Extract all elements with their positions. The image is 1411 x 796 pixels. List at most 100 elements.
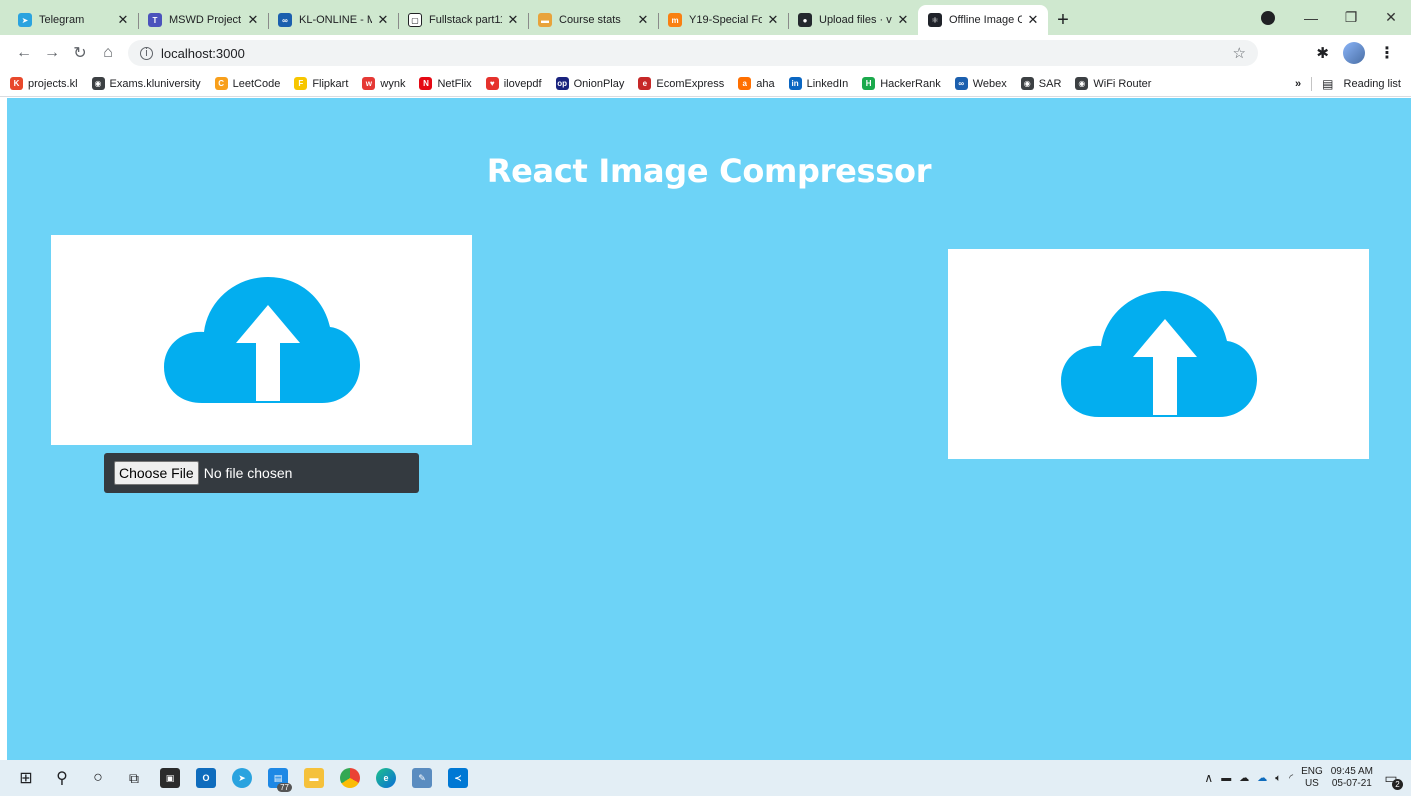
bookmark-item[interactable]: ◉ WiFi Router xyxy=(1075,77,1151,90)
compressed-image-preview xyxy=(948,249,1369,459)
browser-tab[interactable]: m Y19-Special Focu ✕ xyxy=(658,5,788,35)
bookmark-item[interactable]: F Flipkart xyxy=(294,77,348,90)
reload-button[interactable]: ↻ xyxy=(66,39,94,67)
browser-tab[interactable]: ∞ KL-ONLINE - Mee ✕ xyxy=(268,5,398,35)
new-tab-button[interactable]: + xyxy=(1048,5,1078,35)
chevron-up-icon[interactable]: ∧ xyxy=(1204,771,1213,785)
battery-icon[interactable]: ▬ xyxy=(1221,773,1231,784)
minimize-button[interactable]: — xyxy=(1291,10,1331,26)
start-button[interactable]: ⊞ xyxy=(8,760,44,796)
divider xyxy=(1311,76,1313,91)
back-button[interactable]: ← xyxy=(10,39,38,67)
browser-toolbar: ← → ↻ ⌂ i localhost:3000 ☆ ✱ ⋮ xyxy=(0,35,1411,71)
course-icon: ▬ xyxy=(538,13,552,27)
profile-avatar[interactable] xyxy=(1343,42,1365,64)
maximize-button[interactable]: ❐ xyxy=(1331,9,1371,26)
task-view-icon: ⧉ xyxy=(129,769,139,786)
lang-bottom: US xyxy=(1304,778,1319,789)
bookmark-item[interactable]: N NetFlix xyxy=(419,77,472,90)
bookmark-label: OnionPlay xyxy=(573,77,625,90)
tab-close-icon[interactable]: ✕ xyxy=(636,12,650,28)
close-window-button[interactable]: ✕ xyxy=(1371,9,1411,26)
bookmark-item[interactable]: op OnionPlay xyxy=(555,77,625,90)
teams-icon: T xyxy=(148,13,162,27)
bookmark-item[interactable]: ◉ Exams.kluniversity xyxy=(91,77,201,90)
bookmark-item[interactable]: a aha xyxy=(738,77,775,90)
github-icon: ● xyxy=(798,13,812,27)
edge-app[interactable]: e xyxy=(368,760,404,796)
browser-tab[interactable]: ▢ Fullstack part11 | ✕ xyxy=(398,5,528,35)
bookmark-item[interactable]: w wynk xyxy=(362,77,405,90)
files-app[interactable]: ▤ 77 xyxy=(260,760,296,796)
telegram-app[interactable]: ➤ xyxy=(224,760,260,796)
bookmark-item[interactable]: ◉ SAR xyxy=(1020,77,1061,90)
bookmark-favicon-icon: F xyxy=(294,77,308,90)
task-view-button[interactable]: ⧉ xyxy=(116,760,152,796)
cloud-upload-icon xyxy=(1060,291,1257,417)
outlook-app[interactable]: O xyxy=(188,760,224,796)
bookmark-favicon-icon: ◉ xyxy=(1020,77,1034,90)
choose-file-button[interactable]: Choose File xyxy=(114,461,199,485)
more-bookmarks-button[interactable]: » xyxy=(1295,78,1301,90)
browser-tab[interactable]: ▬ Course stats ✕ xyxy=(528,5,658,35)
language-indicator[interactable]: ENG US xyxy=(1301,766,1323,790)
browser-tab[interactable]: T MSWD Project Su ✕ xyxy=(138,5,268,35)
bookmark-item[interactable]: H HackerRank xyxy=(862,77,941,90)
browser-tab[interactable]: ➤ Telegram ✕ xyxy=(8,5,138,35)
volume-icon[interactable]: 🔈︎ xyxy=(1275,773,1281,784)
onedrive-icon[interactable]: ☁ xyxy=(1239,773,1249,784)
bookmark-item[interactable]: Kprojects.kl xyxy=(10,77,78,90)
bookmark-item[interactable]: ∞ Webex xyxy=(954,77,1007,90)
menu-kebab-icon[interactable]: ⋮ xyxy=(1379,43,1395,63)
file-status-text: No file chosen xyxy=(203,465,293,481)
site-info-icon[interactable]: i xyxy=(140,46,153,60)
cortana-button[interactable]: ○ xyxy=(80,760,116,796)
arrow-right-icon: → xyxy=(44,44,60,61)
tab-close-icon[interactable]: ✕ xyxy=(116,12,130,28)
tab-title: Telegram xyxy=(39,14,85,26)
telegram-icon: ➤ xyxy=(18,13,32,27)
chrome-app[interactable] xyxy=(332,760,368,796)
notification-center-button[interactable]: ▭ 2 xyxy=(1381,768,1403,790)
bookmark-item[interactable]: ♥ ilovepdf xyxy=(485,77,542,90)
bookmark-favicon-icon: ◉ xyxy=(91,77,105,90)
bookmark-favicon-icon: e xyxy=(638,77,652,90)
tab-list: ➤ Telegram ✕ T MSWD Project Su ✕ ∞ KL-ONLINE - … xyxy=(8,5,1048,35)
bookmark-star-icon[interactable]: ☆ xyxy=(1233,44,1246,62)
tab-close-icon[interactable]: ✕ xyxy=(506,12,520,28)
tab-close-icon[interactable]: ✕ xyxy=(766,12,780,28)
sublime-app[interactable]: ✎ xyxy=(404,760,440,796)
bookmark-item[interactable]: e EcomExpress xyxy=(638,77,724,90)
windows-icon: ⊞ xyxy=(19,770,33,787)
forward-button[interactable]: → xyxy=(38,39,66,67)
windows-taskbar: ⊞ ⚲ ○ ⧉ ▣ O ➤ ▤ 77 ▬ e ✎ ≺ ∧ ▬ ☁ ☁ 🔈︎ ◜ E… xyxy=(0,760,1411,796)
tab-close-icon[interactable]: ✕ xyxy=(246,12,260,28)
store-app[interactable]: ▣ xyxy=(152,760,188,796)
file-explorer-app[interactable]: ▬ xyxy=(296,760,332,796)
file-input-wrapper: Choose File No file chosen xyxy=(104,453,419,493)
tab-close-icon[interactable]: ✕ xyxy=(376,12,390,28)
home-button[interactable]: ⌂ xyxy=(94,39,122,67)
tab-close-icon[interactable]: ✕ xyxy=(896,12,910,28)
bookmark-item[interactable]: in LinkedIn xyxy=(788,77,849,90)
url-text[interactable]: localhost:3000 xyxy=(161,46,245,61)
tab-close-icon[interactable]: ✕ xyxy=(1026,12,1040,28)
extensions-icon[interactable]: ✱ xyxy=(1316,44,1329,62)
address-bar[interactable]: i localhost:3000 ☆ xyxy=(128,40,1258,66)
search-button[interactable]: ⚲ xyxy=(44,760,80,796)
folder-icon: ▬ xyxy=(304,768,324,788)
reading-list-button[interactable]: Reading list xyxy=(1344,78,1401,90)
chrome-profile-icon[interactable] xyxy=(1261,10,1275,25)
bookmark-label: LinkedIn xyxy=(806,77,849,90)
reading-list-icon: ▤ xyxy=(1322,76,1334,91)
wifi-icon[interactable]: ◜ xyxy=(1289,773,1293,784)
browser-tab[interactable]: ● Upload files · vam ✕ xyxy=(788,5,918,35)
bookmarks-bar: Kprojects.kl ◉ Exams.kluniversity C LeetCode… xyxy=(0,71,1411,97)
tab-title: MSWD Project Su xyxy=(169,14,242,26)
browser-tab[interactable]: ⚛ Offline Image Co ✕ xyxy=(918,5,1048,35)
bookmark-item[interactable]: C LeetCode xyxy=(214,77,280,90)
bookmark-favicon-icon: a xyxy=(738,77,752,90)
clock[interactable]: 09:45 AM 05-07-21 xyxy=(1331,766,1373,790)
vscode-app[interactable]: ≺ xyxy=(440,760,476,796)
cloud-icon[interactable]: ☁ xyxy=(1257,773,1267,784)
